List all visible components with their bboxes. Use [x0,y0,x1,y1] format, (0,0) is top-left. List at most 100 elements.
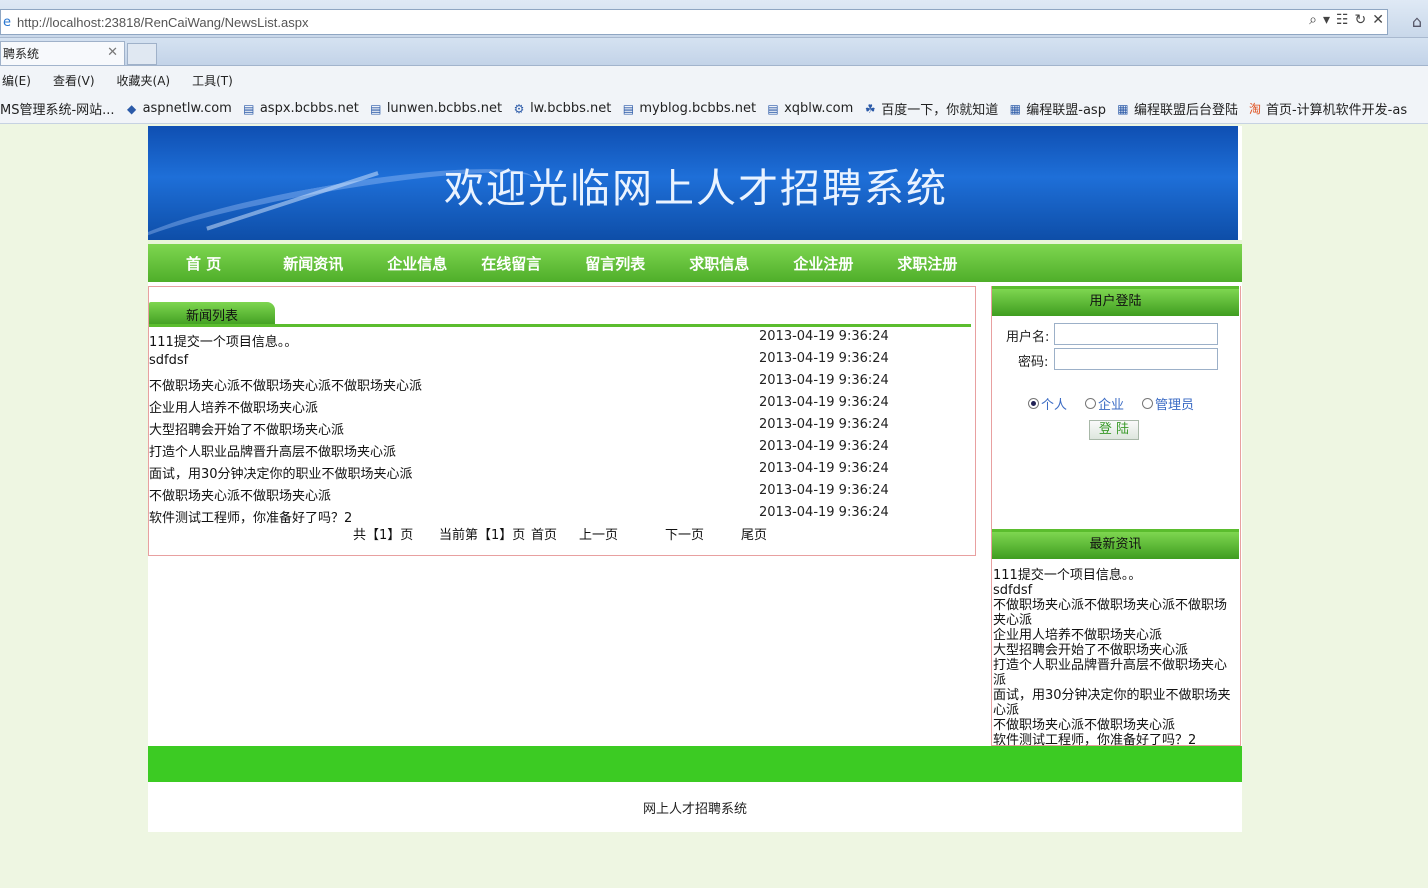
first-page-link[interactable]: 首页 [531,524,557,543]
next-page-link[interactable]: 下一页 [665,524,704,543]
role-radio-group: 个人 企业 管理员 [1028,394,1194,413]
favorite-item[interactable]: ▤ aspx.bcbbs.net [242,101,359,116]
site-icon: ⚙ [513,101,525,116]
last-page-link[interactable]: 尾页 [741,524,767,543]
list-item: 企业用人培养不做职场夹心派 2013-04-19 9:36:24 [149,395,975,417]
baidu-icon: ☘ [864,101,876,116]
sidebar: 用户登陆 用户名: 密码: 个人 企业 管理员 登 陆 最新资讯 111提交一个… [991,286,1241,748]
news-list-tab: 新闻列表 [149,302,275,326]
favorite-item[interactable]: ⚙ lw.bcbbs.net [512,101,612,116]
favorite-item[interactable]: MS管理系统-网站... [0,99,115,118]
list-item: 大型招聘会开始了不做职场夹心派 2013-04-19 9:36:24 [149,417,975,439]
page-total: 共【1】页 [353,528,414,543]
prev-page-link[interactable]: 上一页 [579,524,618,543]
latest-news-link[interactable]: sdfdsf [993,583,1237,598]
menu-favorites[interactable]: 收藏夹(A) [115,72,173,89]
news-link[interactable]: 面试，用30分钟决定你的职业不做职场夹心派 [149,463,413,482]
list-item: 不做职场夹心派不做职场夹心派不做职场夹心派 2013-04-19 9:36:24 [149,373,975,395]
nav-home[interactable]: 首 页 [186,253,221,274]
news-link[interactable]: 大型招聘会开始了不做职场夹心派 [149,419,344,438]
page-icon: ▤ [243,101,255,116]
role-radio-company[interactable]: 企业 [1085,394,1124,413]
latest-news-header: 最新资讯 [992,529,1239,559]
stop-icon[interactable]: ✕ [1372,12,1384,28]
role-radio-personal[interactable]: 个人 [1028,394,1067,413]
forum-icon: ▦ [1117,101,1129,116]
nav-message-list[interactable]: 留言列表 [585,253,645,274]
radio-icon [1085,398,1097,409]
site-icon: ◆ [126,101,137,116]
login-button[interactable]: 登 陆 [1089,420,1139,440]
username-row: 用户名: [1006,323,1218,345]
compat-view-icon[interactable]: ☷ [1336,12,1349,28]
close-tab-icon[interactable]: ✕ [107,45,118,60]
latest-news-link[interactable]: 面试，用30分钟决定你的职业不做职场夹心派 [993,688,1237,718]
menu-edit[interactable]: 编(E) [0,72,33,89]
news-link[interactable]: 打造个人职业品牌晋升高层不做职场夹心派 [149,441,396,460]
dropdown-icon[interactable]: ▾ [1323,12,1330,28]
news-link[interactable]: 企业用人培养不做职场夹心派 [149,397,318,416]
favorite-item[interactable]: ▤ lunwen.bcbbs.net [369,101,502,116]
favorite-item[interactable]: ☘ 百度一下，你就知道 [863,99,998,119]
tab-title: 聘系统 [3,47,40,61]
latest-news-link[interactable]: 不做职场夹心派不做职场夹心派不做职场夹心派 [993,598,1237,628]
nav-companies[interactable]: 企业信息 [387,253,447,274]
password-row: 密码: [1018,348,1218,370]
favorite-item[interactable]: ▤ xqblw.com [766,101,853,116]
nav-seeker-register[interactable]: 求职注册 [897,253,957,274]
news-link[interactable]: 不做职场夹心派不做职场夹心派 [149,485,331,504]
nav-company-register[interactable]: 企业注册 [793,253,853,274]
password-label: 密码: [1018,355,1049,370]
nav-news[interactable]: 新闻资讯 [283,253,343,274]
favorite-item[interactable]: ▦ 编程联盟-asp [1008,99,1106,119]
tab-underline [149,324,971,327]
new-tab-button[interactable] [127,43,157,65]
search-icon[interactable]: ⌕ [1309,12,1317,28]
list-item: sdfdsf 2013-04-19 9:36:24 [149,351,975,373]
news-link[interactable]: sdfdsf [149,353,188,368]
latest-news-link[interactable]: 不做职场夹心派不做职场夹心派 [993,718,1237,733]
news-date: 2013-04-19 9:36:24 [759,461,889,476]
refresh-icon[interactable]: ↻ [1355,12,1367,28]
nav-job-seekers[interactable]: 求职信息 [689,253,749,274]
username-input[interactable] [1054,323,1218,345]
site-banner: 欢迎光临网上人才招聘系统 [148,126,1238,240]
latest-news-link[interactable]: 企业用人培养不做职场夹心派 [993,628,1237,643]
banner-title: 欢迎光临网上人才招聘系统 [444,166,948,212]
favorites-bar: MS管理系统-网站... ◆ aspnetlw.com ▤ aspx.bcbbs.n… [0,94,1428,124]
news-date: 2013-04-19 9:36:24 [759,417,889,432]
page-icon: ▤ [370,101,382,116]
latest-news-link[interactable]: 打造个人职业品牌晋升高层不做职场夹心派 [993,658,1237,688]
news-link[interactable]: 111提交一个项目信息。。 [149,331,297,350]
browser-tab[interactable]: 聘系统 ✕ [0,41,125,65]
news-link[interactable]: 不做职场夹心派不做职场夹心派不做职场夹心派 [149,375,422,394]
address-field[interactable]: e http://localhost:23818/RenCaiWang/News… [0,9,1388,35]
news-date: 2013-04-19 9:36:24 [759,395,889,410]
radio-icon [1142,398,1154,409]
pagination: 共【1】页 当前第【1】页 首页 上一页 下一页 尾页 [149,524,975,544]
news-list-panel: 新闻列表 111提交一个项目信息。。 2013-04-19 9:36:24 sdf… [148,286,976,556]
menu-tools[interactable]: 工具(T) [190,72,235,89]
password-input[interactable] [1054,348,1218,370]
footer-text: 网上人才招聘系统 [642,802,747,817]
page-current: 当前第【1】页 [439,528,526,543]
news-date: 2013-04-19 9:36:24 [759,483,889,498]
role-radio-admin[interactable]: 管理员 [1142,394,1194,413]
favorite-item[interactable]: ▤ myblog.bcbbs.net [621,101,756,116]
latest-news-list: 111提交一个项目信息。。 sdfdsf 不做职场夹心派不做职场夹心派不做职场夹… [993,568,1237,748]
username-label: 用户名: [1006,330,1050,345]
home-icon[interactable]: ⌂ [1412,12,1422,31]
favorite-item[interactable]: 淘首页-计算机软件开发-as [1248,99,1407,119]
favorite-item[interactable]: ◆ aspnetlw.com [125,101,232,116]
latest-news-link[interactable]: 111提交一个项目信息。。 [993,568,1237,583]
forum-icon: ▦ [1009,101,1021,116]
favorite-item[interactable]: ▦ 编程联盟后台登陆 [1116,99,1238,119]
nav-leave-message[interactable]: 在线留言 [481,253,541,274]
url-text[interactable]: http://localhost:23818/RenCaiWang/NewsLi… [17,15,308,30]
news-date: 2013-04-19 9:36:24 [759,505,889,520]
latest-news-link[interactable]: 大型招聘会开始了不做职场夹心派 [993,643,1237,658]
address-tools: ⌕ ▾ ☷ ↻ ✕ [1309,12,1384,28]
menu-view[interactable]: 查看(V) [51,72,97,89]
address-bar-area: e http://localhost:23818/RenCaiWang/News… [0,0,1428,38]
page-icon: ▤ [622,101,635,116]
